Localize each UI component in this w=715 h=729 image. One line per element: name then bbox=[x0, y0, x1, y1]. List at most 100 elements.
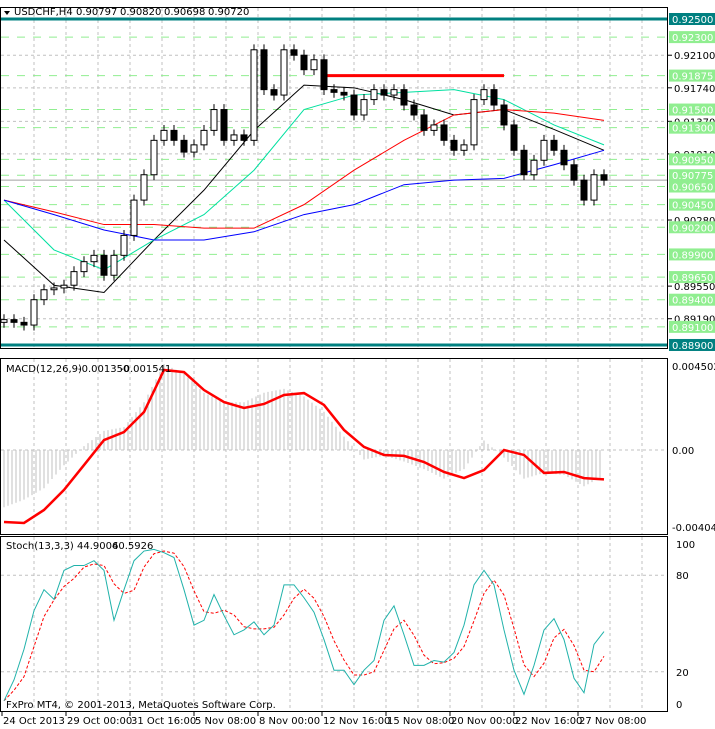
candle-bear bbox=[270, 89, 278, 96]
candle-bear bbox=[240, 134, 248, 141]
level-price-label: 0.90200 bbox=[672, 223, 713, 234]
candle-bear bbox=[400, 89, 408, 106]
candle-bear bbox=[350, 94, 358, 116]
candle-bear bbox=[10, 319, 18, 323]
candle-bull bbox=[230, 134, 238, 141]
time-axis-label: 31 Oct 16:00 bbox=[131, 716, 196, 727]
level-price-label: 0.91300 bbox=[672, 124, 713, 135]
horizontal-levels[interactable] bbox=[1, 17, 668, 347]
candle-bear bbox=[420, 114, 428, 131]
candle-bull bbox=[150, 139, 158, 176]
candle-bull bbox=[160, 129, 168, 141]
candle-bull bbox=[430, 124, 438, 131]
copyright: FxPro MT4, © 2001-2013, MetaQuotes Softw… bbox=[6, 700, 276, 711]
grid bbox=[1, 8, 668, 711]
stoch-axis-label: 20 bbox=[676, 668, 689, 679]
candle-bear bbox=[500, 104, 508, 126]
candle-bear bbox=[300, 54, 308, 71]
level-price-label: 0.92300 bbox=[672, 33, 713, 44]
candle-bear bbox=[320, 59, 328, 91]
ohlc-high: 0.90820 bbox=[120, 7, 161, 18]
stoch-signal-value: 40.5926 bbox=[112, 541, 153, 552]
candle-bull bbox=[590, 174, 598, 201]
macd-signal-value: -0.001541 bbox=[120, 364, 171, 375]
candle-bull bbox=[540, 139, 548, 161]
stoch-panel-border bbox=[0, 536, 668, 712]
collapse-triangle-icon[interactable] bbox=[4, 11, 10, 15]
candle-bull bbox=[120, 234, 128, 256]
candle-bull bbox=[210, 109, 218, 131]
time-axis-label: 29 Oct 00:00 bbox=[67, 716, 132, 727]
candle-bull bbox=[370, 89, 378, 101]
candles bbox=[0, 44, 608, 331]
ohlc-open: 0.90797 bbox=[76, 7, 117, 18]
stoch-main-line bbox=[3, 548, 605, 701]
candle-bear bbox=[450, 139, 458, 151]
candle-bull bbox=[0, 319, 8, 323]
time-axis-label: 15 Nov 08:00 bbox=[387, 716, 454, 727]
candle-bear bbox=[220, 109, 228, 141]
candle-bear bbox=[510, 124, 518, 151]
candle-bull bbox=[70, 271, 78, 286]
candle-bull bbox=[110, 254, 118, 276]
candle-bear bbox=[520, 149, 528, 176]
level-price-label: 0.89900 bbox=[672, 250, 713, 261]
stoch-axis-label: 80 bbox=[676, 571, 689, 582]
candle-bear bbox=[550, 139, 558, 151]
symbol-label: USDCHF,H4 bbox=[14, 7, 73, 18]
stoch-panel bbox=[3, 548, 605, 702]
level-price-label: 0.89100 bbox=[672, 323, 713, 334]
candle-bear bbox=[260, 49, 268, 91]
candle-bear bbox=[380, 89, 388, 96]
candle-bull bbox=[310, 59, 318, 71]
candle-bull bbox=[30, 299, 38, 326]
level-price-label: 0.89650 bbox=[672, 273, 713, 284]
ohlc-low: 0.90698 bbox=[164, 7, 205, 18]
ohlc-close: 0.90720 bbox=[208, 7, 249, 18]
candle-bull bbox=[130, 199, 138, 236]
candle-bull bbox=[140, 174, 148, 201]
chart-window: 0.921000.917400.913700.910100.902800.895… bbox=[0, 7, 715, 727]
candle-bull bbox=[480, 89, 488, 101]
candle-bull bbox=[280, 49, 288, 96]
macd-axis-label: -0.00404 bbox=[672, 523, 715, 534]
candle-bull bbox=[90, 254, 98, 263]
candle-bear bbox=[340, 91, 348, 96]
macd-panel-border bbox=[0, 358, 668, 535]
candle-bull bbox=[460, 144, 468, 151]
level-price-label: 0.92500 bbox=[672, 15, 713, 26]
candle-bear bbox=[170, 129, 178, 141]
level-price-label: 0.91875 bbox=[672, 72, 713, 83]
stoch-axis-label: 100 bbox=[676, 540, 695, 551]
candle-bear bbox=[600, 174, 608, 181]
candle-bull bbox=[530, 159, 538, 176]
price-axis-label: 0.92100 bbox=[674, 51, 715, 62]
candle-bear bbox=[20, 321, 28, 326]
candle-bull bbox=[470, 99, 478, 146]
time-axis-label: 8 Nov 00:00 bbox=[259, 716, 320, 727]
candle-bull bbox=[360, 99, 368, 116]
candle-bull bbox=[200, 129, 208, 146]
candle-bear bbox=[560, 149, 568, 166]
time-axis-label: 5 Nov 08:00 bbox=[195, 716, 256, 727]
main-panel-border bbox=[0, 7, 668, 349]
level-price-label: 0.90450 bbox=[672, 201, 713, 212]
candle-bull bbox=[190, 144, 198, 153]
level-price-label: 0.91500 bbox=[672, 106, 713, 117]
candle-bull bbox=[80, 261, 88, 273]
candle-bull bbox=[250, 49, 258, 141]
level-price-label: 0.89400 bbox=[672, 296, 713, 307]
level-price-label: 0.90650 bbox=[672, 183, 713, 194]
candle-bear bbox=[290, 49, 298, 56]
price-axis-label: 0.91740 bbox=[674, 84, 715, 95]
candle-bear bbox=[410, 104, 418, 116]
time-axis-label: 27 Nov 08:00 bbox=[579, 716, 646, 727]
candle-bear bbox=[330, 89, 338, 93]
candle-bull bbox=[40, 289, 48, 301]
macd-axis-label: 0.00 bbox=[672, 446, 694, 457]
candle-bear bbox=[570, 164, 578, 181]
candle-bear bbox=[580, 179, 588, 201]
candle-bear bbox=[100, 254, 108, 276]
level-price-label: 0.90950 bbox=[672, 155, 713, 166]
macd-axis-label: 0.004502 bbox=[672, 362, 715, 373]
